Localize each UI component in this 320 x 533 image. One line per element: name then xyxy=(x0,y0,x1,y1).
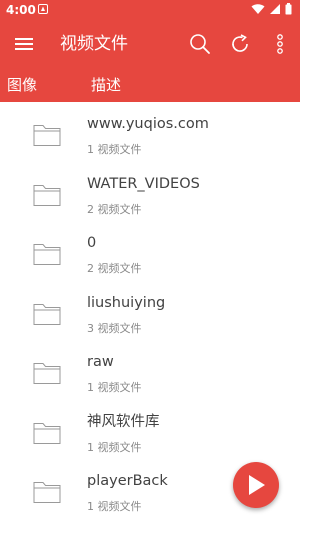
tab-bar: 图像 描述 xyxy=(0,68,300,102)
folder-video-count: 2 视频文件 xyxy=(87,202,142,216)
folder-icon xyxy=(33,244,61,265)
signal-icon xyxy=(270,4,280,14)
folder-name: 神风软件库 xyxy=(87,413,160,430)
folder-video-count: 1 视频文件 xyxy=(87,500,142,513)
folder-icon xyxy=(33,125,61,146)
folder-list-item[interactable]: WATER_VIDEOS 2 视频文件 xyxy=(0,164,300,224)
folder-icon xyxy=(33,422,61,444)
folder-name: WATER_VIDEOS xyxy=(87,175,200,192)
folder-icon xyxy=(33,303,61,325)
status-bar: 4:00 xyxy=(0,0,300,20)
status-icons xyxy=(251,3,292,15)
folder-name: liushuiying xyxy=(87,294,166,311)
folder-list-item[interactable]: liushuiying 3 视频文件 xyxy=(0,283,300,343)
folder-list: www.yuqios.com 1 视频文件 WATER_VIDEOS 2 视频文… xyxy=(0,104,300,521)
folder-list-item[interactable]: 神风软件库 1 视频文件 xyxy=(0,402,300,462)
folder-list-item[interactable]: www.yuqios.com 1 视频文件 xyxy=(0,104,300,164)
folder-video-count: 1 视频文件 xyxy=(87,143,142,156)
status-time: 4:00 xyxy=(6,3,36,17)
more-options-button[interactable] xyxy=(268,32,292,56)
toolbar: 视频文件 xyxy=(0,20,300,68)
notification-app-icon xyxy=(38,4,48,14)
folder-video-count: 1 视频文件 xyxy=(87,440,142,454)
folder-video-count: 1 视频文件 xyxy=(87,381,142,394)
more-vert-icon xyxy=(277,34,283,54)
folder-icon xyxy=(33,184,61,206)
menu-icon xyxy=(15,38,33,50)
play-fab-button[interactable] xyxy=(233,462,279,508)
play-icon xyxy=(249,475,265,495)
tab-images[interactable]: 图像 xyxy=(7,74,37,96)
wifi-icon xyxy=(251,4,265,14)
tab-description[interactable]: 描述 xyxy=(91,74,121,96)
battery-icon xyxy=(285,3,292,15)
folder-list-item[interactable]: raw 1 视频文件 xyxy=(0,342,300,402)
screen: 4:00 视频文件 图像 描述 www.yuqios.com 1 视频文件 WA… xyxy=(0,0,300,533)
folder-name: playerBack xyxy=(87,473,168,489)
folder-video-count: 3 视频文件 xyxy=(87,321,142,335)
refresh-icon xyxy=(232,34,248,52)
search-icon xyxy=(190,34,210,54)
folder-name: 0 xyxy=(87,235,97,251)
folder-list-item[interactable]: 0 2 视频文件 xyxy=(0,223,300,283)
folder-icon xyxy=(33,482,61,503)
folder-icon xyxy=(33,363,61,384)
toolbar-title: 视频文件 xyxy=(60,34,128,54)
folder-video-count: 2 视频文件 xyxy=(87,262,142,275)
search-button[interactable] xyxy=(188,32,212,56)
refresh-button[interactable] xyxy=(228,32,252,56)
folder-name: www.yuqios.com xyxy=(87,116,209,132)
menu-button[interactable] xyxy=(12,32,36,56)
folder-name: raw xyxy=(87,354,114,370)
